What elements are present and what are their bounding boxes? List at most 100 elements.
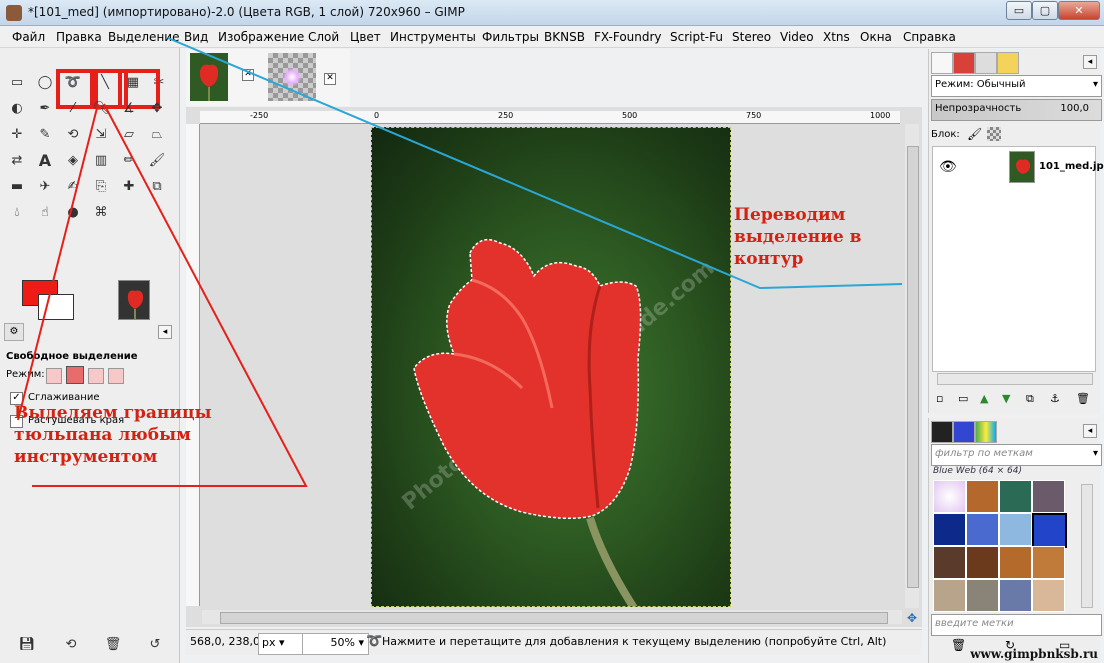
color-picker-icon[interactable]: ⁄ [64,100,82,118]
maximize-button[interactable]: ▢ [1032,1,1058,20]
menu-tools[interactable]: Инструменты [390,30,476,44]
menu-help[interactable]: Справка [903,30,956,44]
lock-pixels-icon[interactable]: 🖌︎ [967,127,982,141]
mode-intersect-button[interactable] [108,368,124,384]
pattern-swatch[interactable] [933,546,966,579]
pattern-swatch[interactable] [933,513,966,546]
menu-view[interactable]: Вид [184,30,208,44]
menu-file[interactable]: Файл [12,30,45,44]
menu-layer[interactable]: Слой [308,30,339,44]
flip-icon[interactable]: ⇄ [8,152,26,170]
brushes-tab-icon[interactable] [931,421,953,443]
bucket-fill-icon[interactable]: ◈ [64,152,82,170]
close-tab-icon[interactable]: ✕ [324,73,336,85]
move-icon[interactable]: ✥ [148,100,166,118]
pattern-swatch[interactable] [999,579,1032,612]
lock-alpha-icon[interactable] [987,127,1001,141]
zoom-select[interactable]: 50% ▾ [302,633,369,655]
patterns-scrollbar[interactable] [1081,484,1093,608]
pattern-swatch[interactable] [1032,546,1065,579]
menu-script-fu[interactable]: Script-Fu [670,30,723,44]
gradient-icon[interactable]: ▥ [92,152,110,170]
opacity-slider[interactable]: Непрозрачность 100,0 [931,99,1102,121]
measure-icon[interactable]: ∡ [120,100,138,118]
layers-tab-icon[interactable] [931,52,953,74]
anchor-layer-icon[interactable]: ⚓ [1050,392,1060,405]
undo-tab-icon[interactable] [997,52,1019,74]
scale-icon[interactable]: ⇲ [92,126,110,144]
pattern-swatch[interactable] [1032,480,1065,513]
pattern-swatch-selected[interactable] [1032,513,1067,548]
gradients-tab-icon[interactable] [975,421,997,443]
ink-icon[interactable]: ✍ [64,178,82,196]
reset-options-icon[interactable]: ↺ [146,636,164,654]
pattern-swatch[interactable] [966,546,999,579]
pattern-swatch[interactable] [999,480,1032,513]
menu-windows[interactable]: Окна [860,30,892,44]
cage-transform-icon[interactable]: ⌘ [92,204,110,222]
clone-icon[interactable]: ⎘ [92,178,110,196]
lower-layer-icon[interactable]: ▼ [1002,392,1010,405]
horizontal-scrollbar[interactable] [202,610,902,624]
mode-replace-button[interactable] [46,368,62,384]
align-icon[interactable]: ✛ [8,126,26,144]
menu-edit[interactable]: Правка [56,30,102,44]
navigate-icon[interactable]: ✥ [905,611,919,625]
menu-video[interactable]: Video [780,30,814,44]
paintbrush-icon[interactable]: 🖌︎ [148,152,166,170]
tool-options-tab-icon[interactable]: ⚙ [4,323,24,341]
new-layer-icon[interactable]: ▫ [936,392,943,405]
text-tool-icon[interactable]: A [36,152,54,170]
vertical-scrollbar[interactable] [905,124,919,608]
shear-icon[interactable]: ▱ [120,126,138,144]
close-tab-icon[interactable]: ✕ [242,69,254,81]
patterns-tab-icon[interactable] [953,421,975,443]
save-options-icon[interactable]: 💾︎ [18,636,36,654]
visibility-eye-icon[interactable]: 👁︎ [939,159,957,175]
airbrush-icon[interactable]: ✈ [36,178,54,196]
new-group-icon[interactable]: ▭ [958,392,968,405]
delete-layer-icon[interactable]: 🗑︎ [1076,392,1090,405]
tag-filter-input[interactable]: фильтр по меткам ▾ [931,444,1102,466]
image-tab-sparkle[interactable] [268,53,316,101]
perspective-icon[interactable]: ⏢ [148,126,166,144]
background-color-swatch[interactable] [38,294,74,320]
unit-select[interactable]: px ▾ [258,633,303,655]
pattern-swatch[interactable] [966,579,999,612]
layers-hscrollbar[interactable] [937,373,1093,385]
layer-name[interactable]: 101_med.jpg [1039,161,1104,172]
blur-icon[interactable]: 💧︎ [8,204,26,222]
tulip-photo[interactable]: PhotoGlade.com PhotoGlade.com [371,127,731,607]
duplicate-layer-icon[interactable]: ⧉ [1026,392,1034,406]
minimize-button[interactable]: ▭ [1006,1,1032,20]
rotate-icon[interactable]: ⟲ [64,126,82,144]
image-tab-tulip[interactable] [190,53,228,101]
eraser-icon[interactable]: ▬ [8,178,26,196]
smudge-icon[interactable]: ☝ [36,204,54,222]
mode-add-button[interactable] [66,366,84,384]
paths-tab-icon[interactable] [975,52,997,74]
ellipse-select-icon[interactable]: ◯ [36,74,54,92]
menu-filters[interactable]: Фильтры [482,30,539,44]
paths-icon[interactable]: ✒ [36,100,54,118]
perspective-clone-icon[interactable]: ⧉ [148,178,166,196]
menu-select[interactable]: Выделение [108,30,179,44]
tags-input[interactable]: введите метки [931,614,1102,636]
pattern-swatch[interactable] [999,546,1032,579]
foreground-select-icon[interactable]: ◐ [8,100,26,118]
active-image-preview[interactable] [118,280,150,320]
menu-bknsb[interactable]: BKNSB [544,30,585,44]
dodge-burn-icon[interactable]: ● [64,204,82,222]
channels-tab-icon[interactable] [953,52,975,74]
pattern-swatch[interactable] [933,579,966,612]
layer-mode-select[interactable]: Режим: Обычный ▾ [931,75,1102,97]
raise-layer-icon[interactable]: ▲ [980,392,988,405]
close-button[interactable]: ✕ [1058,1,1100,20]
pattern-swatch[interactable] [933,480,966,513]
menu-stereo[interactable]: Stereo [732,30,771,44]
delete-pattern-icon[interactable]: 🗑︎ [951,638,966,652]
crop-icon[interactable]: ✎ [36,126,54,144]
pencil-icon[interactable]: ✏ [120,152,138,170]
menu-colors[interactable]: Цвет [350,30,381,44]
panel-menu-icon[interactable]: ◂ [1083,424,1097,438]
